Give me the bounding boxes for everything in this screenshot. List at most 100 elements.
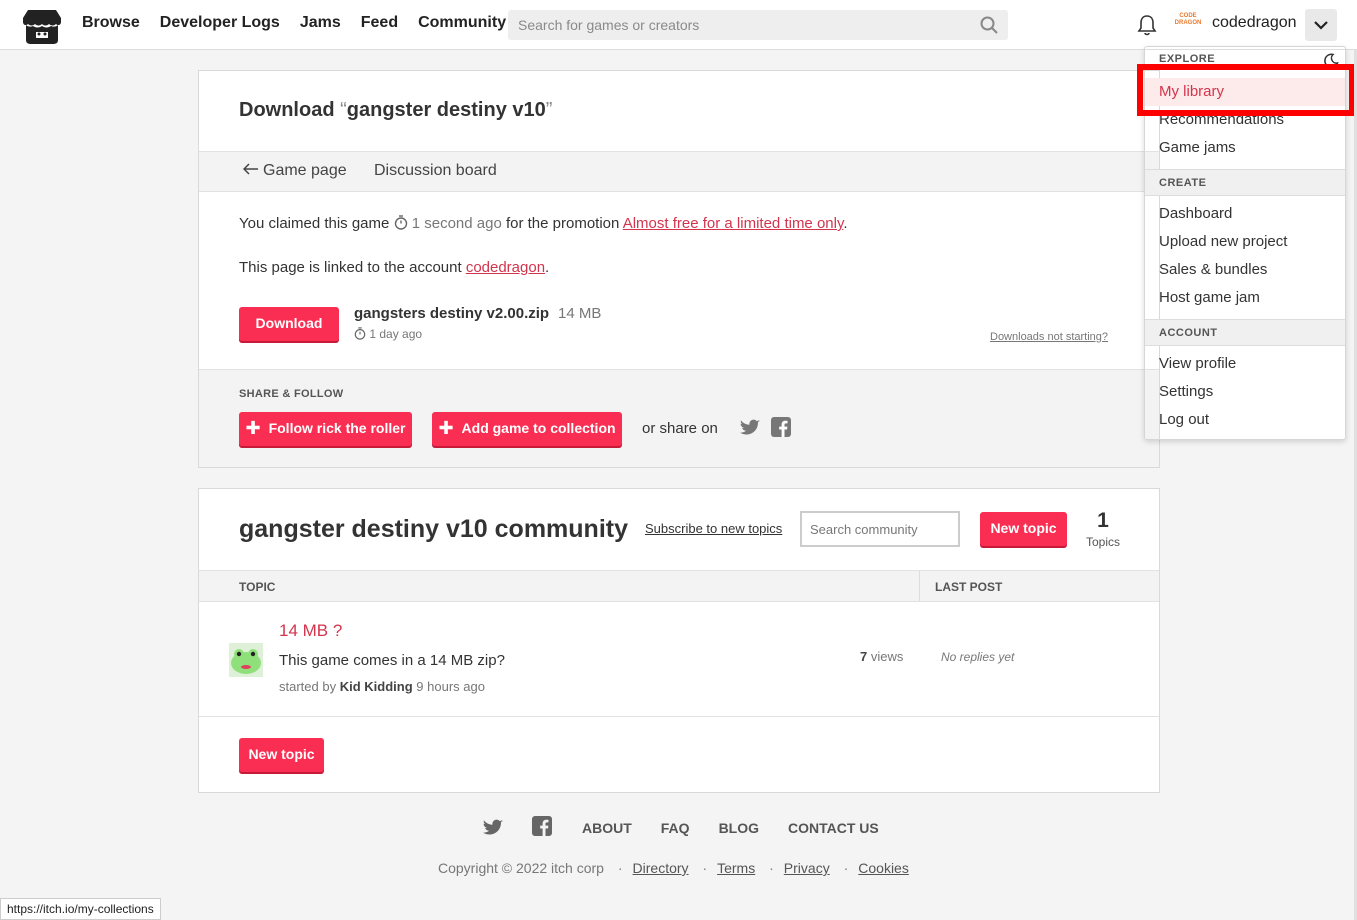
file-date: 1 day ago <box>354 327 422 341</box>
title-prefix: Download <box>239 99 341 121</box>
topic-title-link[interactable]: 14 MB ? <box>279 621 342 641</box>
topics-label: Topics <box>1085 535 1120 549</box>
cookies-link[interactable]: Cookies <box>858 860 909 876</box>
frog-avatar-icon[interactable] <box>229 643 263 677</box>
subscribe-link[interactable]: Subscribe to new topics <box>645 521 782 536</box>
menu-sales-bundles[interactable]: Sales & bundles <box>1159 261 1267 278</box>
downloads-not-starting-link[interactable]: Downloads not starting? <box>990 331 1108 343</box>
menu-upload-new-project[interactable]: Upload new project <box>1159 233 1287 250</box>
title-close-quote: ” <box>545 99 553 121</box>
add-to-collection-button[interactable]: ✚ Add game to collection <box>432 412 622 446</box>
chevron-down-icon <box>1314 21 1328 30</box>
tab-discussion-board[interactable]: Discussion board <box>374 162 497 180</box>
topics-table-header: TOPIC LAST POST <box>199 570 1159 602</box>
footer-twitter-icon[interactable] <box>483 818 503 836</box>
twitter-icon[interactable] <box>740 418 760 436</box>
top-nav-bar: Browse Developer Logs Jams Feed Communit… <box>0 0 1357 50</box>
share-label: SHARE & FOLLOW <box>239 388 344 400</box>
share-follow-section: SHARE & FOLLOW ✚ Follow rick the roller ✚… <box>199 369 1159 467</box>
menu-game-jams[interactable]: Game jams <box>1159 139 1236 156</box>
menu-view-profile[interactable]: View profile <box>1159 355 1236 372</box>
file-date-label: 1 day ago <box>369 327 423 341</box>
user-menu-button[interactable] <box>1305 9 1337 41</box>
directory-link[interactable]: Directory <box>633 860 689 876</box>
col-topic: TOPIC <box>239 580 276 594</box>
footer-links: ABOUT FAQ BLOG CONTACT US <box>582 820 879 836</box>
main-nav: Browse Developer Logs Jams Feed Communit… <box>82 14 506 32</box>
copyright-line: Copyright © 2022 itch corp · Directory · T… <box>438 860 909 876</box>
plus-icon: ✚ <box>438 418 454 438</box>
arrow-left-icon <box>242 163 258 175</box>
itch-logo-icon[interactable] <box>22 8 62 44</box>
follow-button-label: Follow rick the roller <box>268 420 406 436</box>
copyright-text: Copyright © 2022 itch corp <box>438 860 604 876</box>
search-placeholder: Search for games or creators <box>518 17 700 33</box>
footer-about-link[interactable]: ABOUT <box>582 820 632 836</box>
highlight-annotation-box <box>1137 64 1355 116</box>
account-section-label: ACCOUNT <box>1159 327 1218 339</box>
privacy-link[interactable]: Privacy <box>784 860 830 876</box>
account-section-header: ACCOUNT <box>1145 319 1345 346</box>
follow-button[interactable]: ✚ Follow rick the roller <box>239 412 412 446</box>
column-divider <box>919 571 920 601</box>
stopwatch-icon <box>394 215 407 230</box>
plus-icon: ✚ <box>245 418 261 438</box>
create-section-header: CREATE <box>1145 169 1345 196</box>
bell-icon[interactable] <box>1137 14 1157 36</box>
divider <box>199 716 1159 717</box>
claim-text: You claimed this game 1 second ago for t… <box>239 215 848 232</box>
nav-community[interactable]: Community <box>418 14 506 32</box>
col-last-post: LAST POST <box>935 580 1003 594</box>
nav-jams[interactable]: Jams <box>300 14 341 32</box>
tab-game-page[interactable]: Game page <box>242 162 347 180</box>
footer-facebook-icon[interactable] <box>532 816 552 836</box>
promotion-link[interactable]: Almost free for a limited time only <box>623 215 844 232</box>
nav-feed[interactable]: Feed <box>361 14 398 32</box>
nav-browse[interactable]: Browse <box>82 14 140 32</box>
menu-log-out[interactable]: Log out <box>1159 411 1209 428</box>
footer-blog-link[interactable]: BLOG <box>719 820 759 836</box>
search-icon[interactable] <box>980 16 998 34</box>
status-bar-url: https://itch.io/my-collections <box>0 898 161 920</box>
community-title: gangster destiny v10 community <box>239 515 629 543</box>
page-title: Download “gangster destiny v10” <box>239 99 552 122</box>
topic-meta: started by Kid Kidding 9 hours ago <box>279 679 485 694</box>
share-on-label: or share on <box>642 420 718 437</box>
search-input[interactable]: Search for games or creators <box>508 10 1008 40</box>
footer-faq-link[interactable]: FAQ <box>661 820 690 836</box>
title-open-quote: “ <box>340 99 347 121</box>
download-button[interactable]: Download <box>239 307 339 341</box>
linked-account-text: This page is linked to the account coded… <box>239 259 550 276</box>
avatar[interactable]: CODE DRAGON <box>1173 13 1203 35</box>
community-search-placeholder: Search community <box>810 522 918 537</box>
topic-time: 9 hours ago <box>416 679 485 694</box>
topic-author-link[interactable]: Kid Kidding <box>340 679 413 694</box>
menu-dashboard[interactable]: Dashboard <box>1159 205 1232 222</box>
linked-account-link[interactable]: codedragon <box>466 259 545 276</box>
community-search-input[interactable]: Search community <box>800 511 960 547</box>
nav-developer-logs[interactable]: Developer Logs <box>160 14 280 32</box>
facebook-icon[interactable] <box>771 417 791 437</box>
new-topic-button-bottom[interactable]: New topic <box>239 738 324 772</box>
claim-label: You claimed this game <box>239 215 390 232</box>
file-size: 14 MB <box>558 305 602 322</box>
menu-host-game-jam[interactable]: Host game jam <box>1159 289 1260 306</box>
terms-link[interactable]: Terms <box>717 860 755 876</box>
tab-game-page-label: Game page <box>263 162 347 179</box>
views-label: views <box>870 649 904 664</box>
last-post-text: No replies yet <box>941 650 1015 664</box>
community-card: gangster destiny v10 community Subscribe… <box>198 488 1160 793</box>
username[interactable]: codedragon <box>1212 14 1297 32</box>
create-section-label: CREATE <box>1159 177 1207 189</box>
file-name: gangsters destiny v2.00.zip <box>354 305 550 322</box>
tab-bar: Game page Discussion board <box>199 151 1159 192</box>
footer-contact-link[interactable]: CONTACT US <box>788 820 879 836</box>
started-by-label: started by <box>279 679 337 694</box>
topic-views: 7 views <box>860 649 903 664</box>
stopwatch-icon <box>354 327 366 340</box>
download-card: Download “gangster destiny v10” Game pag… <box>198 70 1160 468</box>
title-game-name: gangster destiny v10 <box>346 99 546 121</box>
menu-settings[interactable]: Settings <box>1159 383 1213 400</box>
new-topic-button[interactable]: New topic <box>980 512 1067 546</box>
claim-for-label: for the promotion <box>505 215 620 232</box>
